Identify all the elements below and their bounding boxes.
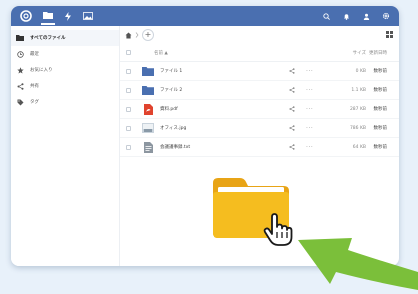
app-logo-icon[interactable] [17,9,35,23]
column-header-modified[interactable]: 更新日時 [369,50,387,56]
table-row[interactable]: オフィス.jpg ··· 786 KB 数秒前 [120,119,399,138]
file-modified: 数秒前 [373,88,388,93]
more-actions-icon[interactable]: ··· [306,68,313,75]
file-name[interactable]: ファイル 1 [160,68,182,74]
table-row[interactable]: ファイル 1 ··· 0 KB 数秒前 [120,62,399,81]
row-checkbox[interactable] [126,125,131,131]
more-actions-icon[interactable]: ··· [306,106,313,113]
column-header-size[interactable]: サイズ [353,50,366,56]
grid-view-icon[interactable] [385,30,394,39]
more-actions-icon[interactable]: ··· [306,144,313,151]
sidebar-item-shares[interactable]: 共有 [11,78,119,94]
hand-pointer-cursor-icon [263,213,293,246]
file-name[interactable]: 資料.pdf [160,106,178,112]
table-row[interactable]: 資料.pdf ··· 287 KB 数秒前 [120,100,399,119]
sidebar-item-favorites[interactable]: お気に入り [11,62,119,78]
row-checkbox[interactable] [126,144,131,150]
files-app-icon[interactable] [41,7,55,25]
files-app-window: すべてのファイル 最近 お気に入り 共有 タグ + 名前 ▲ サイズ 更新日時 … [11,6,399,266]
row-checkbox[interactable] [126,106,131,112]
sidebar-item-label: お気に入り [30,68,53,73]
green-pointing-arrow-icon [298,238,418,290]
file-modified: 数秒前 [373,126,388,131]
sidebar-item-tags[interactable]: タグ [11,94,119,110]
table-row[interactable]: ファイル 2 ··· 1.1 KB 数秒前 [120,81,399,100]
folder-icon [142,85,154,96]
notifications-icon[interactable] [341,11,351,21]
file-modified: 数秒前 [373,107,388,112]
more-actions-icon[interactable]: ··· [306,125,313,132]
sidebar-item-all-files[interactable]: すべてのファイル [11,30,119,46]
table-header: 名前 ▲ サイズ 更新日時 [120,44,399,62]
file-modified: 数秒前 [373,145,388,150]
settings-gear-icon[interactable] [381,11,391,21]
file-name[interactable]: ファイル 2 [160,87,182,93]
top-navigation-bar [11,6,399,26]
tag-icon [16,98,24,106]
search-icon[interactable] [321,11,331,21]
file-name[interactable]: 会議議事録.txt [160,144,190,150]
file-size: 1.1 KB [351,87,366,93]
file-modified: 数秒前 [373,69,388,74]
file-size: 786 KB [349,125,366,131]
share-icon[interactable] [288,125,295,132]
share-icon[interactable] [288,87,295,94]
sidebar-item-label: タグ [30,100,39,105]
contacts-icon[interactable] [361,11,371,21]
row-checkbox[interactable] [126,68,131,74]
row-checkbox[interactable] [126,87,131,93]
share-icon[interactable] [288,106,295,113]
pdf-file-icon [142,103,154,115]
sidebar-item-label: 最近 [30,52,39,57]
folder-icon [16,34,24,42]
home-icon[interactable] [124,31,132,39]
table-row[interactable]: 会議議事録.txt ··· 64 KB 数秒前 [120,138,399,157]
folder-icon [142,66,154,77]
more-actions-icon[interactable]: ··· [306,87,313,94]
select-all-checkbox[interactable] [126,50,131,55]
star-icon [16,66,24,74]
share-icon [16,82,24,90]
image-thumbnail-icon [142,123,154,134]
sidebar-item-label: 共有 [30,84,39,89]
clock-icon [16,50,24,58]
file-name[interactable]: オフィス.jpg [160,125,186,131]
add-new-button[interactable]: + [142,29,154,41]
chevron-right-icon [134,31,140,39]
sidebar: すべてのファイル 最近 お気に入り 共有 タグ [11,26,120,266]
text-file-icon [142,141,154,153]
sidebar-item-recent[interactable]: 最近 [11,46,119,62]
file-size: 0 KB [355,68,366,74]
gallery-icon[interactable] [81,9,95,23]
sidebar-item-label: すべてのファイル [30,36,66,41]
breadcrumb: + [120,26,399,44]
file-size: 287 KB [349,106,366,112]
activity-icon[interactable] [61,9,75,23]
file-size: 64 KB [352,144,366,150]
column-header-name[interactable]: 名前 ▲ [154,50,168,56]
share-icon[interactable] [288,144,295,151]
share-icon[interactable] [288,68,295,75]
